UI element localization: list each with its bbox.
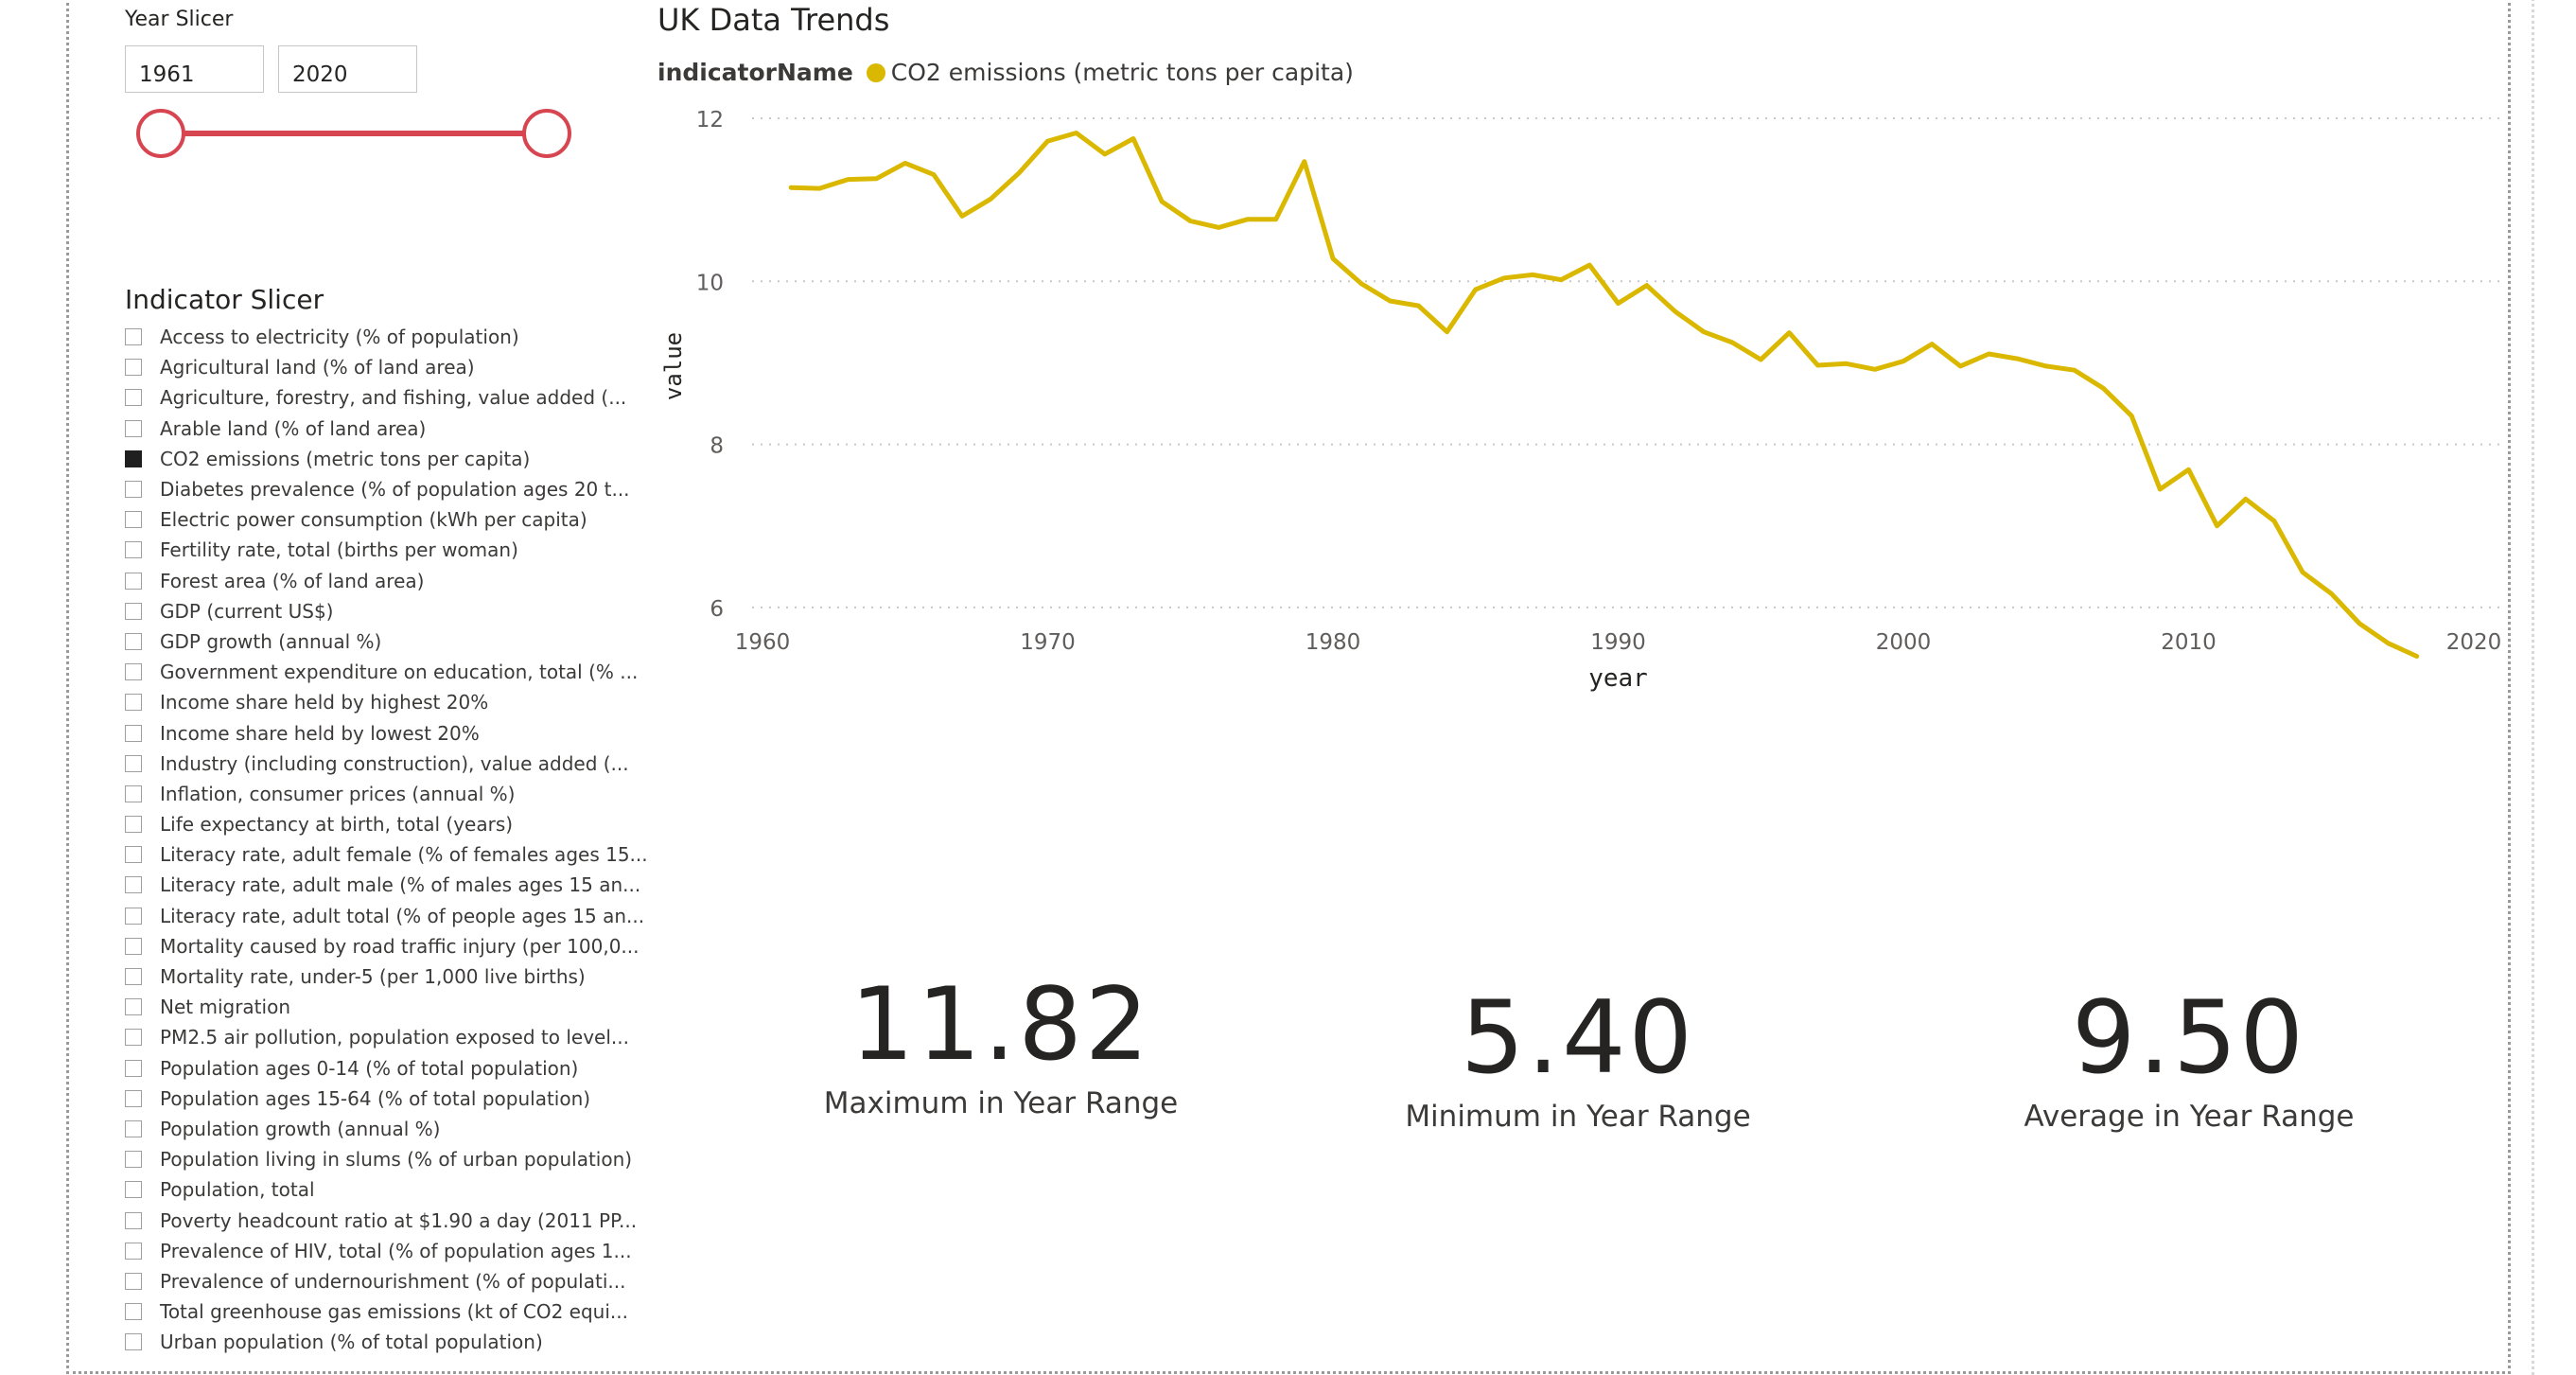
x-tick-label: 1960 xyxy=(735,630,791,655)
indicator-item[interactable]: Inflation, consumer prices (annual %) xyxy=(125,779,648,809)
checkbox-icon[interactable] xyxy=(125,998,142,1016)
card-minimum-value: 5.40 xyxy=(1460,979,1695,1096)
indicator-item-label: Industry (including construction), value… xyxy=(160,751,629,775)
indicator-item-label: PM2.5 air pollution, population exposed … xyxy=(160,1026,629,1049)
checkbox-icon[interactable] xyxy=(125,724,142,742)
indicator-item-label: Literacy rate, adult female (% of female… xyxy=(160,843,648,867)
indicator-item[interactable]: Life expectancy at birth, total (years) xyxy=(125,809,648,839)
indicator-item[interactable]: Population ages 0-14 (% of total populat… xyxy=(125,1053,648,1084)
indicator-item-label: Population, total xyxy=(160,1178,315,1202)
indicator-item-label: Total greenhouse gas emissions (kt of CO… xyxy=(160,1300,628,1324)
indicator-item[interactable]: Mortality rate, under-5 (per 1,000 live … xyxy=(125,961,648,992)
indicator-item[interactable]: Literacy rate, adult male (% of males ag… xyxy=(125,870,648,900)
indicator-item-label: Inflation, consumer prices (annual %) xyxy=(160,782,516,805)
y-axis-label: value xyxy=(660,332,687,400)
checkbox-icon[interactable] xyxy=(125,937,142,955)
indicator-item[interactable]: Prevalence of undernourishment (% of pop… xyxy=(125,1266,648,1296)
indicator-item-label: Prevalence of undernourishment (% of pop… xyxy=(160,1269,626,1293)
indicator-item[interactable]: Population ages 15-64 (% of total popula… xyxy=(125,1084,648,1114)
indicator-item[interactable]: Population living in slums (% of urban p… xyxy=(125,1144,648,1174)
card-average: 9.50 Average in Year Range xyxy=(1981,979,2397,1135)
checkbox-icon[interactable] xyxy=(125,876,142,894)
line-chart[interactable]: 6 8 10 12 1960 1970 1980 1990 2000 2010 2020 year va… xyxy=(0,0,2576,719)
checkbox-icon[interactable] xyxy=(125,846,142,864)
x-tick-label: 2020 xyxy=(2446,630,2502,655)
indicator-item-label: Population growth (annual %) xyxy=(160,1117,441,1140)
y-tick-label: 6 xyxy=(710,597,724,622)
x-tick-label: 1980 xyxy=(1306,630,1361,655)
indicator-item[interactable]: Prevalence of HIV, total (% of populatio… xyxy=(125,1236,648,1266)
checkbox-icon[interactable] xyxy=(125,1303,142,1321)
card-minimum: 5.40 Minimum in Year Range xyxy=(1370,979,1786,1135)
indicator-item[interactable]: Population growth (annual %) xyxy=(125,1114,648,1144)
indicator-item-label: Prevalence of HIV, total (% of populatio… xyxy=(160,1239,632,1262)
indicator-item-label: Population ages 0-14 (% of total populat… xyxy=(160,1056,579,1080)
indicator-item[interactable]: Net migration xyxy=(125,992,648,1022)
x-tick-label: 1970 xyxy=(1020,630,1076,655)
y-tick-label: 12 xyxy=(696,108,724,132)
x-tick-label: 2010 xyxy=(2161,630,2217,655)
checkbox-icon[interactable] xyxy=(125,1333,142,1351)
x-axis-label: year xyxy=(1588,664,1648,693)
card-average-label: Average in Year Range xyxy=(2024,1100,2355,1134)
indicator-item[interactable]: Poverty headcount ratio at $1.90 a day (… xyxy=(125,1205,648,1235)
checkbox-icon[interactable] xyxy=(125,1119,142,1137)
card-minimum-label: Minimum in Year Range xyxy=(1405,1100,1751,1134)
checkbox-icon[interactable] xyxy=(125,784,142,802)
indicator-item-label: Income share held by lowest 20% xyxy=(160,721,480,745)
indicator-item-label: Net migration xyxy=(160,996,290,1019)
indicator-item[interactable]: Mortality caused by road traffic injury … xyxy=(125,931,648,961)
card-maximum: 11.82 Maximum in Year Range xyxy=(793,966,1209,1121)
series-line[interactable] xyxy=(788,131,2420,659)
checkbox-icon[interactable] xyxy=(125,816,142,834)
checkbox-icon[interactable] xyxy=(125,1211,142,1229)
card-maximum-label: Maximum in Year Range xyxy=(823,1086,1179,1120)
checkbox-icon[interactable] xyxy=(125,1059,142,1077)
checkbox-icon[interactable] xyxy=(125,1181,142,1199)
indicator-item[interactable]: PM2.5 air pollution, population exposed … xyxy=(125,1022,648,1052)
indicator-item[interactable]: Income share held by lowest 20% xyxy=(125,717,648,748)
indicator-item[interactable]: Literacy rate, adult female (% of female… xyxy=(125,839,648,870)
checkbox-icon[interactable] xyxy=(125,754,142,772)
indicator-item-label: Population living in slums (% of urban p… xyxy=(160,1148,633,1172)
checkbox-icon[interactable] xyxy=(125,907,142,925)
checkbox-icon[interactable] xyxy=(125,1029,142,1047)
x-tick-label: 1990 xyxy=(1590,630,1646,655)
indicator-item-label: Urban population (% of total population) xyxy=(160,1331,543,1354)
indicator-item-label: Mortality caused by road traffic injury … xyxy=(160,934,640,958)
checkbox-icon[interactable] xyxy=(125,1151,142,1169)
indicator-item[interactable]: Population, total xyxy=(125,1174,648,1205)
indicator-item[interactable]: Industry (including construction), value… xyxy=(125,749,648,779)
checkbox-icon[interactable] xyxy=(125,1089,142,1107)
indicator-item-label: Life expectancy at birth, total (years) xyxy=(160,813,514,837)
checkbox-icon[interactable] xyxy=(125,1242,142,1260)
indicator-item-label: Poverty headcount ratio at $1.90 a day (… xyxy=(160,1208,638,1232)
indicator-item-label: Mortality rate, under-5 (per 1,000 live … xyxy=(160,965,586,989)
indicator-item[interactable]: Literacy rate, adult total (% of people … xyxy=(125,901,648,931)
y-tick-label: 8 xyxy=(710,434,724,459)
card-maximum-value: 11.82 xyxy=(850,966,1152,1083)
x-tick-label: 2000 xyxy=(1876,630,1932,655)
checkbox-icon[interactable] xyxy=(125,968,142,986)
indicator-item-label: Population ages 15-64 (% of total popula… xyxy=(160,1086,591,1110)
card-average-value: 9.50 xyxy=(2071,979,2306,1096)
checkbox-icon[interactable] xyxy=(125,1272,142,1290)
indicator-item[interactable]: Urban population (% of total population) xyxy=(125,1327,648,1357)
indicator-item-label: Literacy rate, adult total (% of people … xyxy=(160,904,645,927)
y-tick-label: 10 xyxy=(696,271,724,295)
indicator-item[interactable]: Total greenhouse gas emissions (kt of CO… xyxy=(125,1296,648,1327)
indicator-item-label: Literacy rate, adult male (% of males ag… xyxy=(160,873,641,897)
